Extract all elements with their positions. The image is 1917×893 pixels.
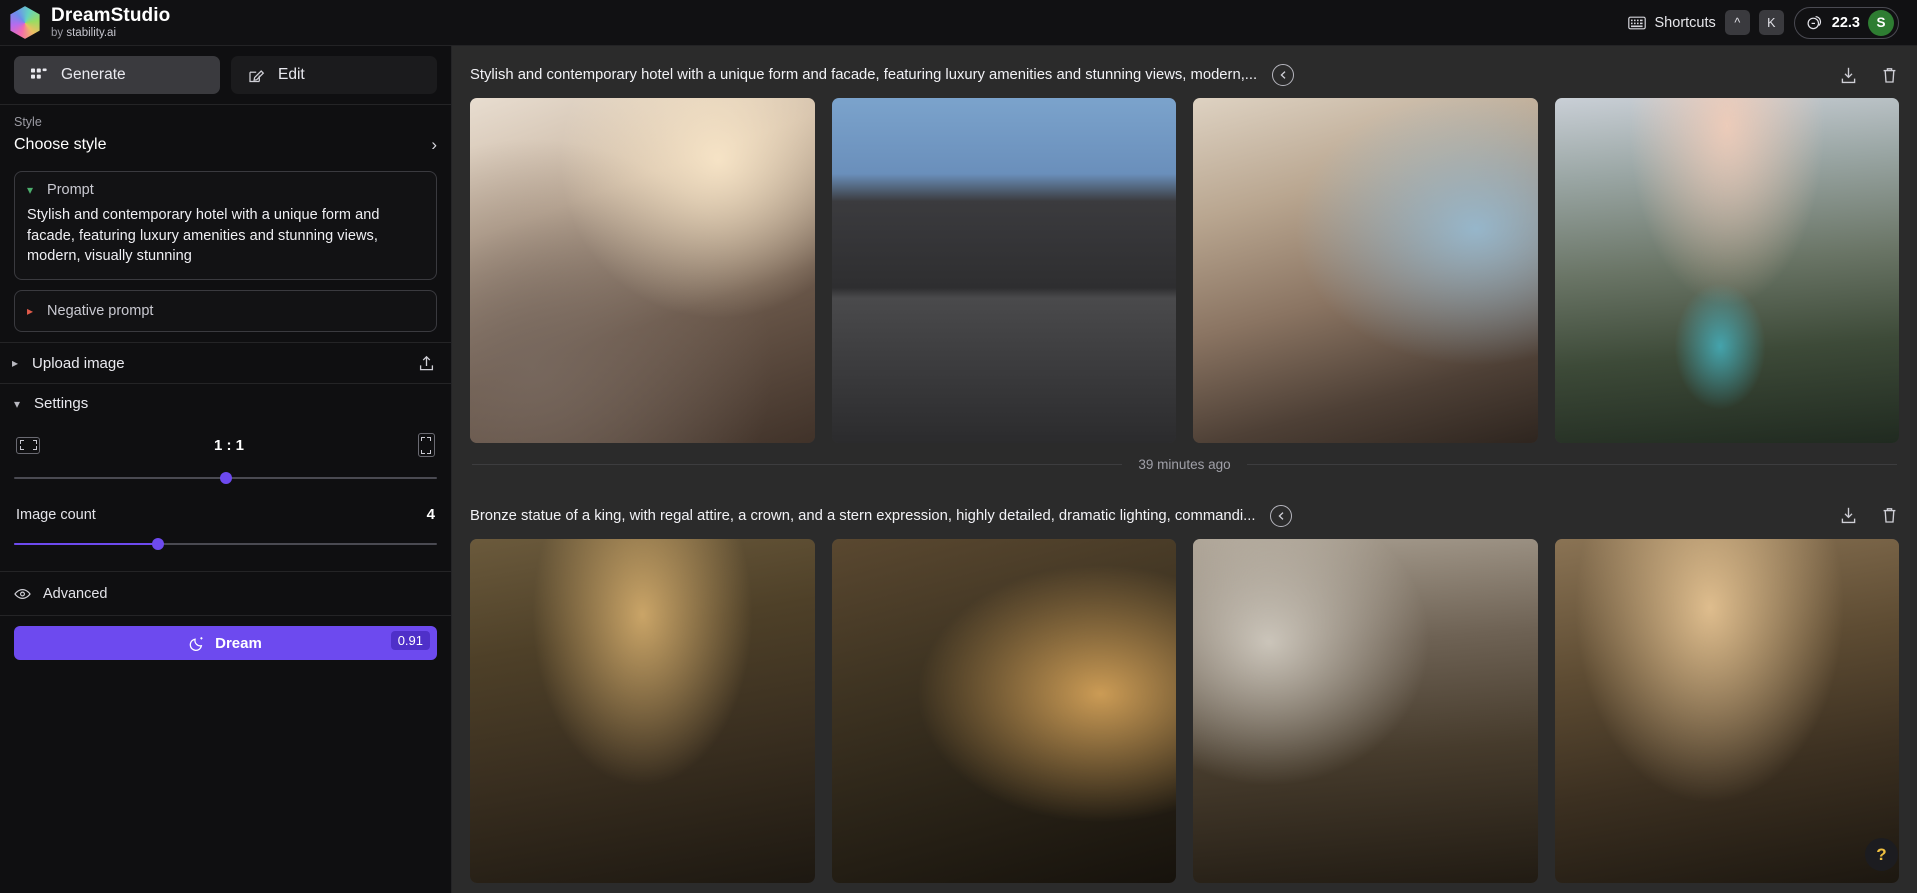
dream-button-label: Dream — [215, 634, 262, 652]
dreamstudio-app: DreamStudio by stability.ai Shortcuts ^ … — [0, 0, 1917, 893]
timestamp-label: 39 minutes ago — [1138, 457, 1231, 472]
choose-style-value: Choose style — [14, 136, 107, 153]
generation-header: Bronze statue of a king, with regal atti… — [470, 487, 1899, 539]
eye-icon — [14, 588, 31, 600]
trash-icon[interactable] — [1880, 506, 1899, 525]
grid-icon — [31, 68, 48, 83]
prompt-title: Prompt — [47, 182, 94, 198]
style-section[interactable]: Style Choose style › — [0, 104, 451, 171]
aspect-ratio-slider[interactable] — [14, 469, 437, 487]
negative-prompt-card[interactable]: ▸ Negative prompt — [14, 290, 437, 333]
prompt-input[interactable]: Stylish and contemporary hotel with a un… — [27, 205, 424, 267]
tab-edit[interactable]: Edit — [231, 56, 437, 94]
coins-icon — [1807, 15, 1824, 30]
circle-arrow-left-icon[interactable] — [1272, 64, 1295, 86]
download-icon[interactable] — [1839, 506, 1858, 525]
avatar[interactable]: S — [1868, 9, 1894, 36]
generated-image[interactable] — [831, 538, 1176, 883]
settings-header[interactable]: ▾ Settings — [14, 395, 437, 412]
shortcuts-control[interactable]: Shortcuts ^ K — [1627, 10, 1784, 35]
generation-header: Stylish and contemporary hotel with a un… — [470, 46, 1899, 98]
portrait-frame-icon[interactable] — [417, 433, 435, 458]
brand[interactable]: DreamStudio by stability.ai — [8, 4, 171, 40]
slider-knob[interactable] — [151, 538, 164, 551]
credits-pill[interactable]: 22.3 S — [1793, 6, 1899, 39]
brand-by: by — [51, 27, 64, 40]
keyboard-icon — [1627, 16, 1646, 30]
aspect-ratio-row: 1 : 1 — [14, 433, 437, 458]
slider-knob[interactable] — [219, 472, 232, 485]
dream-button-wrap: Dream 0.91 — [0, 615, 451, 672]
top-bar-right: Shortcuts ^ K 22.3 S — [1627, 6, 1899, 39]
generated-image[interactable] — [1554, 538, 1899, 883]
image-count-row: Image count 4 — [14, 506, 437, 523]
generated-image[interactable] — [831, 98, 1176, 443]
brand-subtitle: by stability.ai — [51, 27, 170, 39]
tab-generate[interactable]: Generate — [14, 56, 220, 94]
chevron-right-icon: › — [431, 135, 437, 154]
style-section-label: Style — [14, 115, 42, 129]
divider-line — [472, 464, 1123, 465]
dream-button[interactable]: Dream 0.91 — [14, 626, 437, 661]
hexagon-gradient-logo-icon — [8, 6, 42, 40]
brand-company: stability.ai — [66, 27, 116, 40]
trash-icon[interactable] — [1880, 66, 1899, 85]
image-count-label: Image count — [16, 506, 96, 523]
generated-image[interactable] — [1193, 538, 1538, 883]
dream-cost-badge: 0.91 — [390, 631, 430, 651]
upload-image-row[interactable]: ▸ Upload image — [0, 342, 451, 383]
app-body: Generate Edit Style Choose style › ▾ Pro… — [0, 46, 1917, 893]
advanced-row[interactable]: Advanced — [0, 571, 451, 615]
generated-image[interactable] — [1193, 98, 1538, 443]
circle-arrow-left-icon[interactable] — [1270, 504, 1293, 527]
top-bar: DreamStudio by stability.ai Shortcuts ^ … — [0, 0, 1917, 46]
mode-tabs: Generate Edit — [0, 46, 451, 104]
generation-title: Stylish and contemporary hotel with a un… — [470, 67, 1258, 83]
shortcuts-label: Shortcuts — [1654, 14, 1716, 31]
generated-image[interactable] — [470, 538, 815, 883]
tab-edit-label: Edit — [278, 66, 305, 83]
main-content: Stylish and contemporary hotel with a un… — [452, 46, 1917, 893]
divider-line — [1246, 464, 1897, 465]
sidebar: Generate Edit Style Choose style › ▾ Pro… — [0, 46, 452, 893]
image-count-value: 4 — [426, 506, 435, 524]
chevron-right-icon[interactable]: ▸ — [27, 305, 33, 317]
prompt-card[interactable]: ▾ Prompt Stylish and contemporary hotel … — [14, 171, 437, 281]
shortcut-key-modifier[interactable]: ^ — [1724, 10, 1750, 35]
generation-image-grid — [470, 98, 1899, 443]
help-button[interactable]: ? — [1865, 838, 1898, 871]
chevron-down-icon[interactable]: ▾ — [27, 184, 33, 196]
pencil-square-icon — [248, 67, 265, 84]
tab-generate-label: Generate — [61, 66, 126, 83]
advanced-label: Advanced — [43, 585, 108, 602]
generated-image[interactable] — [470, 98, 815, 443]
moon-star-icon — [189, 635, 206, 652]
aspect-ratio-value: 1 : 1 — [213, 436, 244, 454]
slider-fill — [14, 543, 158, 546]
chevron-down-icon: ▾ — [14, 396, 21, 411]
negative-prompt-title: Negative prompt — [47, 303, 154, 320]
settings-label: Settings — [34, 395, 89, 413]
generated-image[interactable] — [1554, 98, 1899, 443]
landscape-frame-icon[interactable] — [16, 436, 40, 454]
image-count-slider[interactable] — [14, 535, 437, 553]
chevron-right-icon: ▸ — [12, 356, 19, 371]
generation-title: Bronze statue of a king, with regal atti… — [470, 507, 1256, 524]
brand-title: DreamStudio — [51, 4, 171, 26]
upload-icon[interactable] — [418, 355, 435, 372]
settings-section: ▾ Settings 1 : 1 Image count 4 — [0, 383, 451, 553]
credits-value: 22.3 — [1831, 14, 1860, 31]
download-icon[interactable] — [1839, 66, 1858, 85]
upload-image-label: Upload image — [32, 354, 125, 372]
shortcut-key-letter[interactable]: K — [1758, 10, 1784, 35]
generation-image-grid — [470, 538, 1899, 883]
timestamp-divider: 39 minutes ago — [470, 443, 1899, 487]
